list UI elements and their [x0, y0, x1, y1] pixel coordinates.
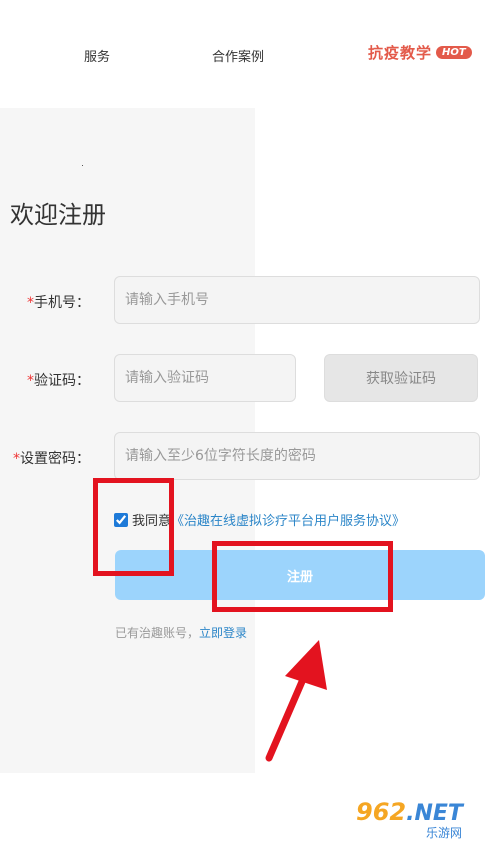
required-mark: * — [27, 373, 34, 389]
code-label-text: 验证码： — [34, 373, 90, 389]
watermark-number: 962 — [356, 798, 407, 826]
top-nav: 服务 合作案例 抗疫教学 HOT — [0, 0, 495, 108]
highlight-box-register — [212, 541, 393, 612]
nav-hot-label: 抗疫教学 — [368, 44, 433, 62]
decorative-dot — [82, 165, 83, 166]
has-account-text: 已有治趣账号， — [115, 626, 200, 640]
nav-item-cases[interactable]: 合作案例 — [212, 46, 264, 65]
nav-item-services[interactable]: 服务 — [84, 46, 110, 65]
red-arrow-icon — [265, 640, 327, 762]
phone-label: *手机号： — [10, 292, 90, 312]
required-mark: * — [13, 451, 20, 467]
nav-item-hot[interactable]: 抗疫教学 HOT — [368, 42, 472, 63]
watermark-sub: 乐游网 — [426, 826, 463, 840]
login-link[interactable]: 立即登录 — [199, 626, 247, 640]
required-mark: * — [27, 295, 34, 311]
highlight-box-checkbox — [93, 478, 174, 576]
hot-badge: HOT — [436, 46, 472, 59]
login-prompt: 已有治趣账号，立即登录 — [115, 624, 247, 641]
phone-label-text: 手机号： — [34, 295, 90, 311]
watermark-domain: .NET — [406, 801, 463, 826]
phone-input[interactable] — [114, 276, 480, 324]
site-watermark: 962.NET 乐游网 — [356, 800, 463, 840]
password-label: *设置密码： — [10, 448, 90, 468]
agreement-link[interactable]: 《治趣在线虚拟诊疗平台用户服务协议》 — [171, 510, 405, 529]
code-label: *验证码： — [10, 370, 90, 390]
page-title: 欢迎注册 — [10, 201, 106, 229]
password-input[interactable] — [114, 432, 480, 480]
get-code-button[interactable]: 获取验证码 — [324, 354, 478, 402]
password-label-text: 设置密码： — [20, 451, 90, 467]
verification-code-input[interactable] — [114, 354, 296, 402]
